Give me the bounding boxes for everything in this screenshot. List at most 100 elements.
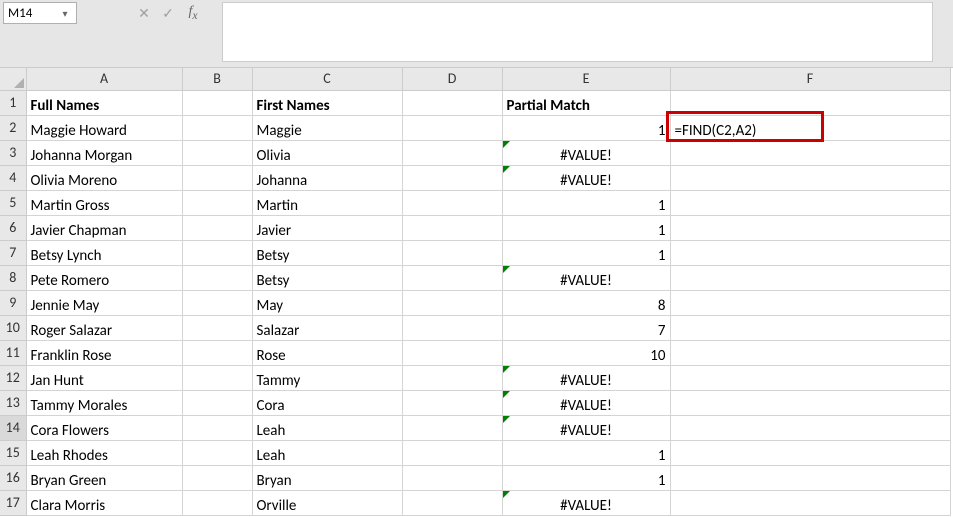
col-header-E[interactable]: E: [502, 68, 670, 90]
cell-F2[interactable]: =FIND(C2,A2): [670, 115, 950, 140]
cell-C16[interactable]: Bryan: [252, 465, 402, 490]
cell-F10[interactable]: [670, 315, 950, 340]
cell-D1[interactable]: [402, 90, 502, 115]
cell-D3[interactable]: [402, 140, 502, 165]
col-header-A[interactable]: A: [26, 68, 182, 90]
cell-C7[interactable]: Betsy: [252, 240, 402, 265]
col-header-C[interactable]: C: [252, 68, 402, 90]
cell-C8[interactable]: Betsy: [252, 265, 402, 290]
cell-C5[interactable]: Martin: [252, 190, 402, 215]
cell-A11[interactable]: Franklin Rose: [26, 340, 182, 365]
row-header-2[interactable]: 2: [0, 115, 26, 140]
col-header-D[interactable]: D: [402, 68, 502, 90]
cell-B2[interactable]: [182, 115, 252, 140]
cell-F8[interactable]: [670, 265, 950, 290]
cell-E14[interactable]: #VALUE!: [502, 415, 670, 440]
cell-E16[interactable]: 1: [502, 465, 670, 490]
row-header-17[interactable]: 17: [0, 490, 26, 515]
cell-C14[interactable]: Leah: [252, 415, 402, 440]
cell-E5[interactable]: 1: [502, 190, 670, 215]
cell-B16[interactable]: [182, 465, 252, 490]
cell-B4[interactable]: [182, 165, 252, 190]
row-header-6[interactable]: 6: [0, 215, 26, 240]
cell-E9[interactable]: 8: [502, 290, 670, 315]
cell-D5[interactable]: [402, 190, 502, 215]
cell-D13[interactable]: [402, 390, 502, 415]
cell-B15[interactable]: [182, 440, 252, 465]
cell-C10[interactable]: Salazar: [252, 315, 402, 340]
cell-F3[interactable]: [670, 140, 950, 165]
cell-B3[interactable]: [182, 140, 252, 165]
cell-C2[interactable]: Maggie: [252, 115, 402, 140]
cell-D6[interactable]: [402, 215, 502, 240]
cell-C3[interactable]: Olivia: [252, 140, 402, 165]
row-header-8[interactable]: 8: [0, 265, 26, 290]
cell-A10[interactable]: Roger Salazar: [26, 315, 182, 340]
cell-F4[interactable]: [670, 165, 950, 190]
cell-E2[interactable]: 1: [502, 115, 670, 140]
row-header-5[interactable]: 5: [0, 190, 26, 215]
row-header-9[interactable]: 9: [0, 290, 26, 315]
name-box-dropdown-icon[interactable]: ▾: [58, 7, 72, 20]
cell-B17[interactable]: [182, 490, 252, 515]
cell-E10[interactable]: 7: [502, 315, 670, 340]
cell-F5[interactable]: [670, 190, 950, 215]
row-header-4[interactable]: 4: [0, 165, 26, 190]
cell-D8[interactable]: [402, 265, 502, 290]
cell-A3[interactable]: Johanna Morgan: [26, 140, 182, 165]
cell-E4[interactable]: #VALUE!: [502, 165, 670, 190]
cell-E7[interactable]: 1: [502, 240, 670, 265]
cell-A16[interactable]: Bryan Green: [26, 465, 182, 490]
cell-E8[interactable]: #VALUE!: [502, 265, 670, 290]
cell-C15[interactable]: Leah: [252, 440, 402, 465]
cell-D11[interactable]: [402, 340, 502, 365]
cell-D16[interactable]: [402, 465, 502, 490]
cell-A1[interactable]: Full Names: [26, 90, 182, 115]
row-header-1[interactable]: 1: [0, 90, 26, 115]
cell-F13[interactable]: [670, 390, 950, 415]
col-header-F[interactable]: F: [670, 68, 950, 90]
cell-B6[interactable]: [182, 215, 252, 240]
cell-F17[interactable]: [670, 490, 950, 515]
cell-F1[interactable]: [670, 90, 950, 115]
cell-E11[interactable]: 10: [502, 340, 670, 365]
row-header-16[interactable]: 16: [0, 465, 26, 490]
cell-A17[interactable]: Clara Morris: [26, 490, 182, 515]
row-header-3[interactable]: 3: [0, 140, 26, 165]
cell-A13[interactable]: Tammy Morales: [26, 390, 182, 415]
cell-A9[interactable]: Jennie May: [26, 290, 182, 315]
cell-E13[interactable]: #VALUE!: [502, 390, 670, 415]
cell-F16[interactable]: [670, 465, 950, 490]
select-all-corner[interactable]: [0, 68, 26, 90]
cell-F7[interactable]: [670, 240, 950, 265]
row-header-14[interactable]: 14: [0, 415, 26, 440]
cell-C4[interactable]: Johanna: [252, 165, 402, 190]
cell-B9[interactable]: [182, 290, 252, 315]
cell-B13[interactable]: [182, 390, 252, 415]
cell-F14[interactable]: [670, 415, 950, 440]
cell-F12[interactable]: [670, 365, 950, 390]
cell-A7[interactable]: Betsy Lynch: [26, 240, 182, 265]
cell-C1[interactable]: First Names: [252, 90, 402, 115]
row-header-12[interactable]: 12: [0, 365, 26, 390]
cell-F15[interactable]: [670, 440, 950, 465]
cell-D14[interactable]: [402, 415, 502, 440]
cell-D4[interactable]: [402, 165, 502, 190]
cell-E3[interactable]: #VALUE!: [502, 140, 670, 165]
cell-E6[interactable]: 1: [502, 215, 670, 240]
cell-E1[interactable]: Partial Match: [502, 90, 670, 115]
cell-D7[interactable]: [402, 240, 502, 265]
cell-A6[interactable]: Javier Chapman: [26, 215, 182, 240]
cell-C11[interactable]: Rose: [252, 340, 402, 365]
row-header-13[interactable]: 13: [0, 390, 26, 415]
row-header-15[interactable]: 15: [0, 440, 26, 465]
cell-D17[interactable]: [402, 490, 502, 515]
cell-D10[interactable]: [402, 315, 502, 340]
cell-A14[interactable]: Cora Flowers: [26, 415, 182, 440]
cell-B8[interactable]: [182, 265, 252, 290]
cell-A12[interactable]: Jan Hunt: [26, 365, 182, 390]
cell-D12[interactable]: [402, 365, 502, 390]
cell-B5[interactable]: [182, 190, 252, 215]
cell-E15[interactable]: 1: [502, 440, 670, 465]
row-header-11[interactable]: 11: [0, 340, 26, 365]
